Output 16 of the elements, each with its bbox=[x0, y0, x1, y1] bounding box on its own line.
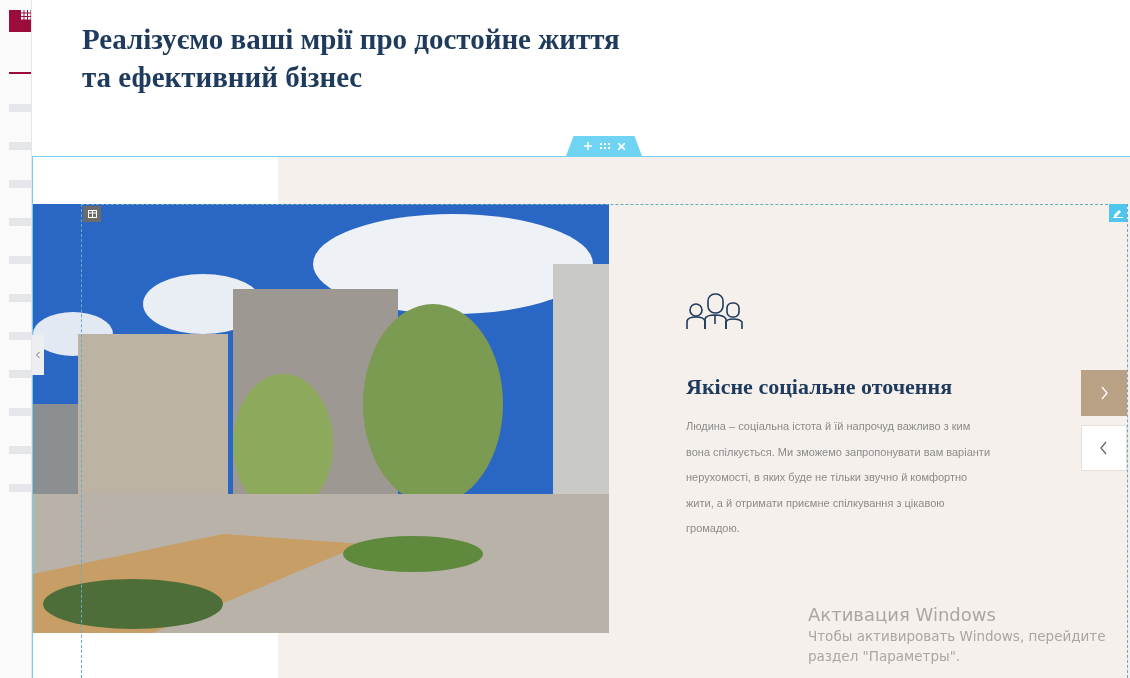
previous-slide-button[interactable] bbox=[1081, 425, 1127, 471]
chevron-left-icon bbox=[35, 351, 41, 359]
tab-underline bbox=[9, 72, 31, 74]
page-heading: Реалізуємо ваші мрії про достойне життя та ефективний бізнес bbox=[82, 22, 620, 95]
slide-title: Якісне соціальне оточення bbox=[686, 374, 954, 400]
column-icon[interactable] bbox=[83, 206, 101, 222]
grid-icon[interactable] bbox=[9, 10, 31, 32]
people-icon bbox=[686, 290, 746, 330]
edit-icon[interactable] bbox=[1109, 204, 1127, 222]
slide-description: Людина – соціальна істота й їй напрочуд важливо з ким вона спілкується. Ми зможемо запропонувати вам варіанти нерухомості, в яких буде не тільки звучно й комфортно жити, а й отримати приємне спілкування з цікавою громадою. bbox=[686, 419, 991, 536]
activation-message-line: Чтобы активировать Windows, перейдите bbox=[808, 627, 1106, 646]
collapse-panel-button[interactable] bbox=[32, 335, 44, 375]
next-slide-button[interactable] bbox=[1081, 370, 1127, 416]
activation-title: Активация Windows bbox=[808, 604, 997, 626]
activation-message-line: раздел "Параметры". bbox=[808, 647, 962, 666]
section-handle[interactable] bbox=[566, 136, 642, 156]
